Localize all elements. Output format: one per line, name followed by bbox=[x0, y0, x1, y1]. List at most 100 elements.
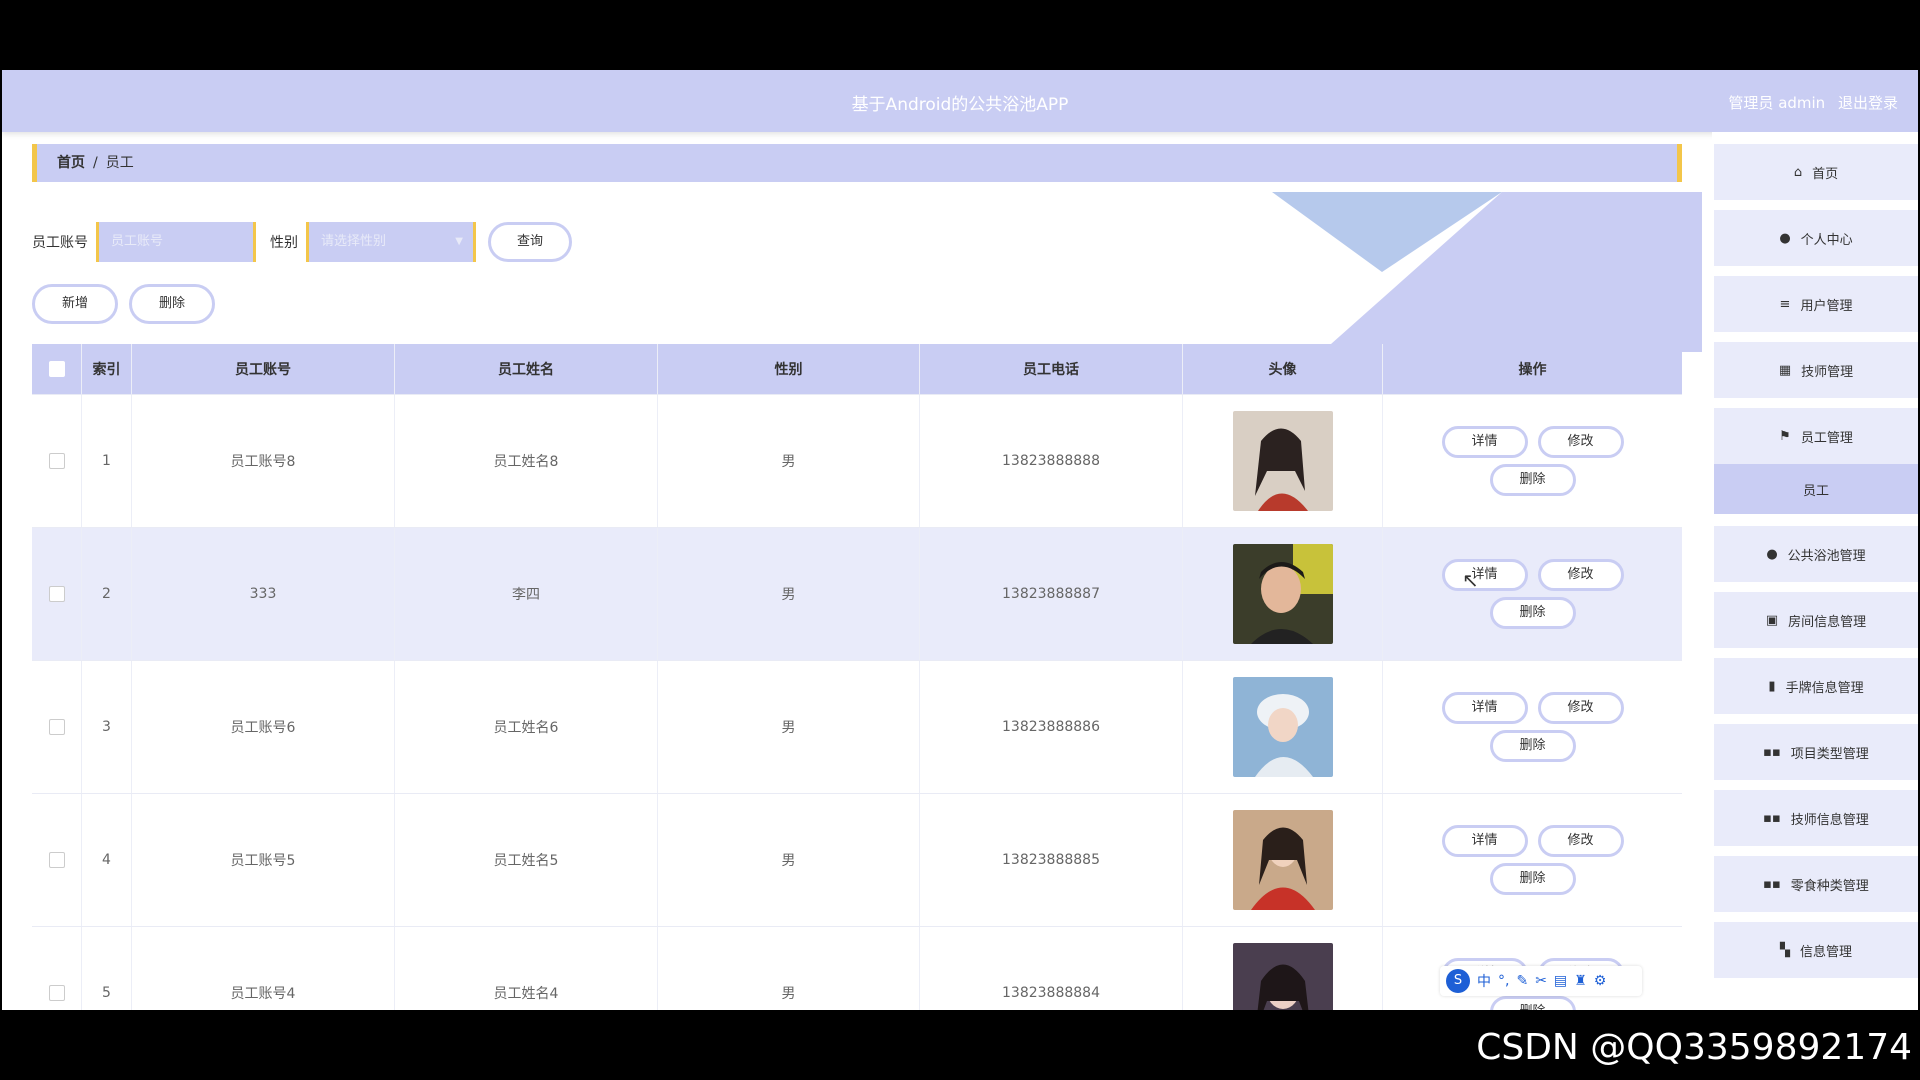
sidebar-item-employees[interactable]: ⚑ 员工管理 bbox=[1714, 408, 1918, 464]
main-content: 首页 / 员工 员工账号 员工账号 性别 请选择性别 ▼ 查询 新增 删除 索引 员工… bbox=[2, 132, 1702, 1010]
header-phone: 员工电话 bbox=[920, 344, 1183, 394]
add-button[interactable]: 新增 bbox=[32, 284, 118, 324]
row-name: 员工姓名8 bbox=[395, 395, 658, 527]
row-phone: 13823888888 bbox=[920, 395, 1183, 527]
row-checkbox-cell bbox=[32, 927, 82, 1010]
row-checkbox-cell bbox=[32, 794, 82, 926]
avatar[interactable] bbox=[1232, 810, 1333, 910]
avatar[interactable] bbox=[1232, 677, 1333, 777]
sidebar-item-users[interactable]: ≡ 用户管理 bbox=[1714, 276, 1918, 332]
logout-link[interactable]: 退出登录 bbox=[1838, 94, 1898, 112]
mouse-cursor-icon: ↖ bbox=[1462, 568, 1479, 592]
row-index: 3 bbox=[82, 661, 132, 793]
avatar[interactable] bbox=[1232, 943, 1333, 1010]
avatar-cell bbox=[1183, 395, 1383, 527]
scissors-icon[interactable]: ✂ bbox=[1535, 973, 1547, 989]
row-actions: 详情 修改 删除 bbox=[1433, 426, 1633, 496]
breadcrumb-home[interactable]: 首页 bbox=[57, 155, 85, 171]
row-checkbox-cell bbox=[32, 661, 82, 793]
breadcrumb: 首页 / 员工 bbox=[32, 144, 1682, 182]
edit-button[interactable]: 修改 bbox=[1537, 825, 1624, 857]
gender-select[interactable]: 请选择性别 ▼ bbox=[306, 222, 476, 262]
query-button[interactable]: 查询 bbox=[488, 222, 572, 262]
punctuation-icon[interactable]: °, bbox=[1498, 973, 1509, 989]
row-gender: 男 bbox=[658, 794, 920, 926]
sidebar-subitem-employee[interactable]: 员工 bbox=[1714, 464, 1918, 514]
header-checkbox-cell bbox=[32, 344, 82, 394]
row-name: 员工姓名4 bbox=[395, 927, 658, 1010]
sidebar-item-label: 个人中心 bbox=[1800, 232, 1853, 248]
edit-button[interactable]: 修改 bbox=[1537, 559, 1624, 591]
edit-button[interactable]: 修改 bbox=[1537, 692, 1624, 724]
delete-button[interactable]: 删除 bbox=[1489, 996, 1576, 1010]
sidebar-item-label: 员工 bbox=[1802, 483, 1829, 499]
actions-cell: 详情 修改 删除 bbox=[1383, 395, 1682, 527]
sidebar-item-technician-info[interactable]: ▪▪ 技师信息管理 bbox=[1714, 790, 1918, 846]
row-actions: 详情 修改 删除 bbox=[1433, 825, 1633, 895]
row-account: 员工账号6 bbox=[132, 661, 395, 793]
row-checkbox[interactable] bbox=[48, 852, 65, 868]
sidebar-item-project-types[interactable]: ▪▪ 项目类型管理 bbox=[1714, 724, 1918, 780]
bookmark-icon: ▚ bbox=[1779, 942, 1790, 958]
sidebar-item-info[interactable]: ▚ 信息管理 bbox=[1714, 922, 1918, 978]
ime-toolbar[interactable]: S 中 °, ✎ ✂ ▤ ♜ ⚙ bbox=[1440, 966, 1642, 996]
book-icon: ▮ bbox=[1768, 678, 1776, 694]
sidebar-item-label: 用户管理 bbox=[1800, 298, 1853, 314]
row-checkbox[interactable] bbox=[48, 719, 65, 735]
shirt-icon[interactable]: ♜ bbox=[1574, 973, 1587, 989]
pen-icon[interactable]: ✎ bbox=[1516, 973, 1528, 989]
row-index: 1 bbox=[82, 395, 132, 527]
row-account: 员工账号4 bbox=[132, 927, 395, 1010]
sidebar-item-label: 技师管理 bbox=[1801, 364, 1854, 380]
sidebar-item-snack-types[interactable]: ▪▪ 零食种类管理 bbox=[1714, 856, 1918, 912]
detail-button[interactable]: 详情 bbox=[1441, 426, 1528, 458]
avatar[interactable] bbox=[1232, 544, 1333, 644]
sidebar-item-label: 员工管理 bbox=[1800, 430, 1853, 446]
account-label: 员工账号 bbox=[32, 235, 88, 251]
keyboard-icon[interactable]: ▤ bbox=[1554, 973, 1567, 989]
sidebar-item-rooms[interactable]: ▣ 房间信息管理 bbox=[1714, 592, 1918, 648]
delete-button[interactable]: 删除 bbox=[1489, 597, 1576, 629]
sidebar-item-label: 信息管理 bbox=[1799, 944, 1852, 960]
watermark: CSDN @QQ3359892174 bbox=[1476, 1027, 1912, 1068]
edit-button[interactable]: 修改 bbox=[1537, 426, 1624, 458]
home-icon: ⌂ bbox=[1793, 164, 1803, 180]
ime-logo-icon[interactable]: S bbox=[1446, 969, 1470, 993]
row-gender: 男 bbox=[658, 395, 920, 527]
row-phone: 13823888885 bbox=[920, 794, 1183, 926]
grid-icon: ▦ bbox=[1778, 362, 1792, 378]
row-checkbox[interactable] bbox=[48, 985, 65, 1001]
detail-button[interactable]: 详情 bbox=[1441, 825, 1528, 857]
sidebar-item-home[interactable]: ⌂ 首页 bbox=[1714, 144, 1918, 200]
sidebar-item-label: 项目类型管理 bbox=[1790, 746, 1869, 762]
header-gender: 性别 bbox=[658, 344, 920, 394]
search-bar: 员工账号 员工账号 性别 请选择性别 ▼ 查询 bbox=[32, 222, 572, 262]
sidebar-item-technicians[interactable]: ▦ 技师管理 bbox=[1714, 342, 1918, 398]
apps-icon: ▪▪ bbox=[1763, 810, 1781, 826]
account-search-input[interactable]: 员工账号 bbox=[96, 222, 256, 262]
delete-button[interactable]: 删除 bbox=[1489, 730, 1576, 762]
sidebar-item-label: 技师信息管理 bbox=[1790, 812, 1869, 828]
delete-button[interactable]: 删除 bbox=[1489, 863, 1576, 895]
detail-button[interactable]: 详情 bbox=[1441, 692, 1528, 724]
row-gender: 男 bbox=[658, 927, 920, 1010]
row-checkbox[interactable] bbox=[48, 453, 65, 469]
gear-icon[interactable]: ⚙ bbox=[1594, 973, 1607, 989]
batch-delete-button[interactable]: 删除 bbox=[129, 284, 215, 324]
row-account: 333 bbox=[132, 528, 395, 660]
row-checkbox[interactable] bbox=[48, 586, 65, 602]
row-index: 5 bbox=[82, 927, 132, 1010]
ime-mode[interactable]: 中 bbox=[1477, 971, 1491, 991]
detail-button[interactable]: 详情 bbox=[1441, 559, 1528, 591]
sidebar-item-bathhouse[interactable]: ● 公共浴池管理 bbox=[1714, 526, 1918, 582]
avatar[interactable] bbox=[1232, 411, 1333, 511]
background-decoration bbox=[1272, 192, 1702, 352]
table-row: 5 员工账号4 员工姓名4 男 13823888884 详情 修改 删除 bbox=[32, 927, 1682, 1010]
select-all-checkbox[interactable] bbox=[48, 361, 65, 377]
list-icon: ≡ bbox=[1779, 296, 1791, 312]
sidebar-item-profile[interactable]: ● 个人中心 bbox=[1714, 210, 1918, 266]
row-phone: 13823888886 bbox=[920, 661, 1183, 793]
sidebar-item-wristbands[interactable]: ▮ 手牌信息管理 bbox=[1714, 658, 1918, 714]
delete-button[interactable]: 删除 bbox=[1489, 464, 1576, 496]
header-avatar: 头像 bbox=[1183, 344, 1383, 394]
